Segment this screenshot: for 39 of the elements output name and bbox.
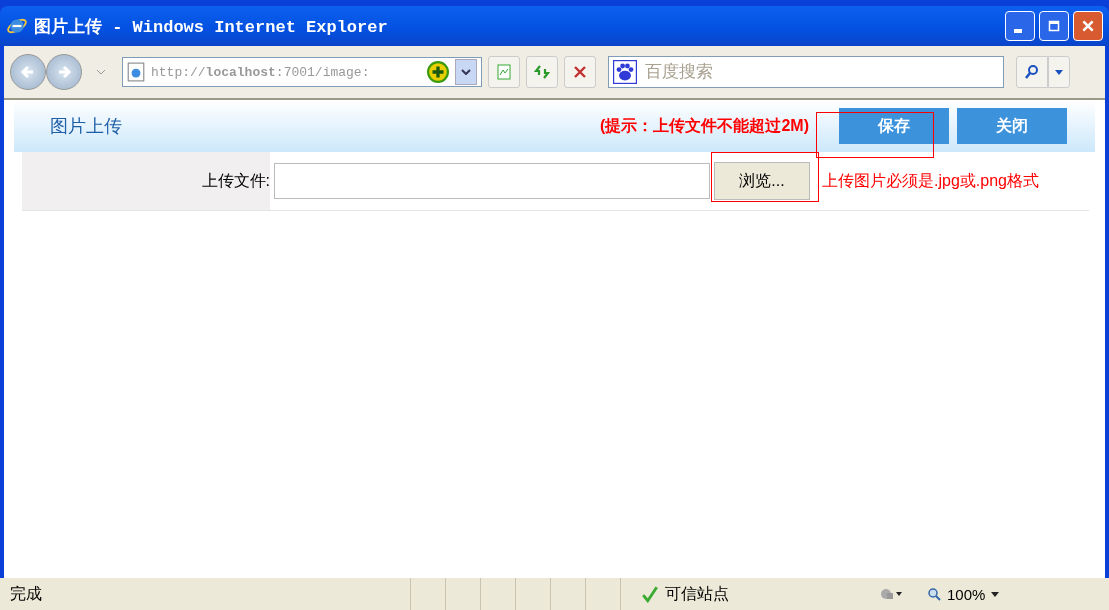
field-label: 上传文件:	[201, 170, 270, 191]
zoom-icon	[927, 587, 941, 601]
caret-icon	[991, 591, 1000, 597]
status-text: 完成	[10, 583, 43, 604]
back-button[interactable]	[10, 54, 46, 90]
save-button[interactable]: 保存	[839, 108, 949, 144]
check-icon	[641, 585, 659, 603]
search-options-button[interactable]	[1048, 56, 1070, 88]
dropdown-button[interactable]	[455, 59, 477, 85]
close-page-button[interactable]: 关闭	[957, 108, 1067, 144]
zoom-button[interactable]: 100%	[919, 585, 1008, 603]
page-title: 图片上传	[50, 115, 123, 138]
address-field[interactable]: http://localhost:7001/image:	[122, 57, 482, 87]
file-path-field[interactable]	[274, 163, 710, 199]
search-button[interactable]	[1016, 56, 1048, 88]
maximize-button[interactable]	[1039, 11, 1069, 41]
stop-button[interactable]	[564, 56, 596, 88]
search-icon	[1024, 64, 1040, 80]
security-zone: 可信站点	[665, 583, 729, 604]
refresh-icon	[534, 64, 550, 80]
caret-icon	[1055, 69, 1063, 75]
add-icon[interactable]	[427, 61, 449, 83]
forward-button[interactable]	[46, 54, 82, 90]
refresh-button[interactable]	[526, 56, 558, 88]
minimize-button[interactable]	[1005, 11, 1035, 41]
maximize-icon	[1048, 20, 1060, 32]
window-title: 图片上传 - Windows Internet Explorer	[34, 16, 389, 38]
minimize-icon	[1014, 29, 1022, 33]
dropdown-icon[interactable]	[96, 69, 106, 75]
page-icon	[127, 62, 145, 82]
size-hint: (提示：上传文件不能超过2M)	[600, 115, 809, 136]
format-note: 上传图片必须是.jpg或.png格式	[822, 170, 1039, 191]
close-button[interactable]	[1073, 11, 1103, 41]
paw-icon	[613, 60, 637, 84]
chevron-icon	[461, 69, 471, 75]
stop-icon	[572, 64, 588, 80]
search-field[interactable]: 百度搜索	[608, 56, 1004, 88]
browse-button[interactable]: 浏览...	[714, 162, 810, 200]
close-icon	[1081, 19, 1095, 33]
